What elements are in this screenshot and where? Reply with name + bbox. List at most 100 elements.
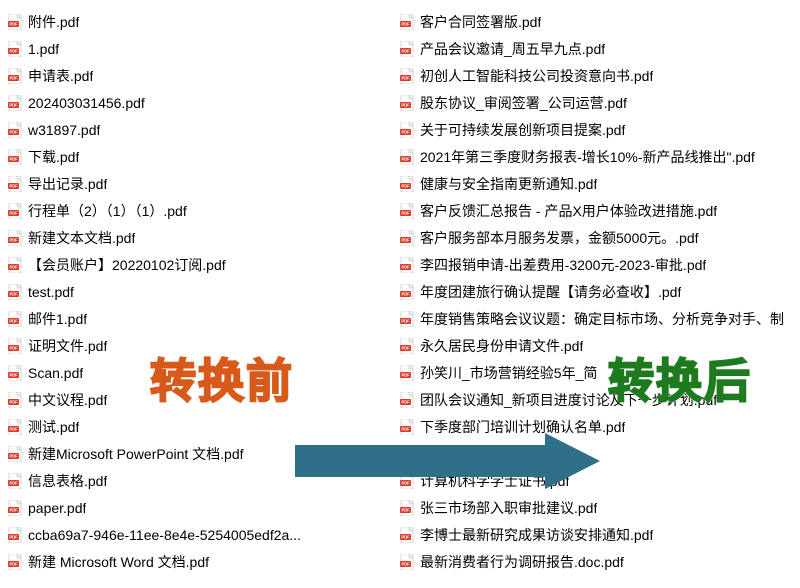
svg-text:PDF: PDF (401, 210, 410, 215)
pdf-icon: PDF (400, 392, 414, 408)
svg-text:PDF: PDF (401, 426, 410, 431)
pdf-icon: PDF (400, 500, 414, 516)
file-name: 202403031456.pdf (28, 95, 145, 111)
file-item[interactable]: PDF 导出记录.pdf (8, 170, 388, 197)
file-item[interactable]: PDF申请表.pdf (8, 62, 388, 89)
file-item[interactable]: PDF 最新消费者行为调研报告.doc.pdf (400, 548, 800, 575)
file-item[interactable]: PDF证明文件.pdf (8, 332, 388, 359)
file-item[interactable]: PDF永久居民身份申请文件.pdf (400, 332, 800, 359)
file-item[interactable]: PDF产品会议邀请_周五早九点.pdf (400, 35, 800, 62)
file-name: 导出记录.pdf (28, 174, 107, 194)
file-item[interactable]: PDF1.pdf (8, 35, 388, 62)
file-name: 团队会议通知_新项目进度讨论及下一步计划.pdf (420, 390, 717, 410)
svg-text:PDF: PDF (401, 534, 410, 539)
file-item[interactable]: PDF 下季度部门培训计划确认名单.pdf (400, 413, 800, 440)
file-item[interactable]: PDF客户合同签署版.pdf (400, 8, 800, 35)
svg-text:PDF: PDF (9, 426, 18, 431)
file-item[interactable]: PDF 邮件1.pdf (8, 305, 388, 332)
pdf-icon: PDF (400, 554, 414, 570)
file-name: 中文议程.pdf (28, 390, 107, 410)
file-item[interactable]: PDF 附件.pdf (8, 8, 388, 35)
file-item[interactable]: PDF 计算机科学学士证书.pdf (400, 467, 800, 494)
file-item[interactable]: PDF信息表格.pdf (8, 467, 388, 494)
file-name: 行程单（2）（1）（1）.pdf (28, 201, 187, 221)
file-list-before: PDF附件.pdfPDF1.pdfPDF申请表.pdfPDF2024030314… (8, 8, 388, 575)
svg-text:PDF: PDF (9, 318, 18, 323)
pdf-icon: PDF (400, 203, 414, 219)
file-item[interactable]: PDF【会员账户】20220102订阅.pdf (8, 251, 388, 278)
pdf-icon: PDF (400, 95, 414, 111)
file-name: 邮件1.pdf (28, 309, 87, 329)
file-name: 新建 Microsoft Word 文档.pdf (28, 552, 209, 572)
file-name: 年度团建旅行确认提醒【请务必查收】.pdf (420, 282, 681, 302)
file-name: 附件.pdf (28, 12, 79, 32)
pdf-icon: PDF (400, 473, 414, 489)
svg-text:PDF: PDF (401, 264, 410, 269)
svg-text:PDF: PDF (9, 507, 18, 512)
file-item[interactable]: PDFtest.pdf (8, 278, 388, 305)
file-name: 新建文本文档.pdf (28, 228, 135, 248)
pdf-icon: PDF (8, 176, 22, 192)
pdf-icon: PDF (8, 149, 22, 165)
file-item[interactable]: PDF 新建 Microsoft Word 文档.pdf (8, 548, 388, 575)
pdf-icon: PDF (400, 122, 414, 138)
file-name: 计算机科学学士证书.pdf (420, 471, 569, 491)
pdf-icon: PDF (400, 311, 414, 327)
pdf-icon: PDF (8, 500, 22, 516)
file-item[interactable]: PDF股东协议_审阅签署_公司运营.pdf (400, 89, 800, 116)
file-item[interactable]: PDF新建Microsoft PowerPoint 文档.pdf (8, 440, 388, 467)
file-item[interactable]: PDF年度销售策略会议议题：确定目标市场、分析竞争对手、制 (400, 305, 800, 332)
svg-text:PDF: PDF (401, 183, 410, 188)
file-name: 最新消费者行为调研报告.doc.pdf (420, 552, 624, 572)
file-item[interactable]: PDF初创人工智能科技公司投资意向书.pdf (400, 62, 800, 89)
file-name: 下载.pdf (28, 147, 79, 167)
svg-text:PDF: PDF (9, 210, 18, 215)
file-item[interactable]: PDF李博士最新研究成果访谈安排通知.pdf (400, 521, 800, 548)
file-item[interactable]: PDF客户服务部本月服务发票，金额5000元。.pdf (400, 224, 800, 251)
svg-text:PDF: PDF (9, 291, 18, 296)
file-item[interactable]: PDF2021年第三季度财务报表-增长10%-新产品线推出".pdf (400, 143, 800, 170)
pdf-icon: PDF (8, 527, 22, 543)
file-item[interactable]: PDF 年度团建旅行确认提醒【请务必查收】.pdf (400, 278, 800, 305)
file-item[interactable]: PDF Scan.pdf (8, 359, 388, 386)
pdf-icon: PDF (8, 365, 22, 381)
file-name: 下季度部门培训计划确认名单.pdf (420, 417, 625, 437)
file-item[interactable]: PDF张三市场部入职审批建议.pdf (400, 494, 800, 521)
file-item[interactable]: PDF客户反馈汇总报告 - 产品X用户体验改进措施.pdf (400, 197, 800, 224)
pdf-icon: PDF (8, 95, 22, 111)
file-name: Scan.pdf (28, 365, 83, 381)
file-item[interactable]: PDF 新建文本文档.pdf (8, 224, 388, 251)
svg-text:PDF: PDF (9, 534, 18, 539)
svg-text:PDF: PDF (401, 291, 410, 296)
file-name: 发布会通知.pdf (420, 444, 513, 464)
file-name: 健康与安全指南更新通知.pdf (420, 174, 597, 194)
file-item[interactable]: PDF中文议程.pdf (8, 386, 388, 413)
svg-text:PDF: PDF (9, 129, 18, 134)
file-item[interactable]: PDFw31897.pdf (8, 116, 388, 143)
file-item[interactable]: PDF 202403031456.pdf (8, 89, 388, 116)
file-item[interactable]: PDF 团队会议通知_新项目进度讨论及下一步计划.pdf (400, 386, 800, 413)
file-item[interactable]: PDF关于可持续发展创新项目提案.pdf (400, 116, 800, 143)
file-item[interactable]: PDF李四报销申请-出差费用-3200元-2023-审批.pdf (400, 251, 800, 278)
pdf-icon: PDF (400, 257, 414, 273)
pdf-icon: PDF (8, 230, 22, 246)
file-item[interactable]: PDF 行程单（2）（1）（1）.pdf (8, 197, 388, 224)
pdf-icon: PDF (400, 176, 414, 192)
svg-text:PDF: PDF (9, 21, 18, 26)
svg-text:PDF: PDF (401, 75, 410, 80)
svg-text:PDF: PDF (9, 75, 18, 80)
file-item[interactable]: PDF 健康与安全指南更新通知.pdf (400, 170, 800, 197)
pdf-icon: PDF (400, 14, 414, 30)
file-item[interactable]: PDF孙笑川_市场营销经验5年_简 (400, 359, 800, 386)
file-item[interactable]: PDF 下载.pdf (8, 143, 388, 170)
svg-text:PDF: PDF (9, 561, 18, 566)
pdf-icon: PDF (400, 230, 414, 246)
file-name: 1.pdf (28, 41, 59, 57)
pdf-icon: PDF (400, 68, 414, 84)
file-item[interactable]: PDFccba69a7-946e-11ee-8e4e-5254005edf2a.… (8, 521, 388, 548)
svg-text:PDF: PDF (401, 102, 410, 107)
file-item[interactable]: PDFpaper.pdf (8, 494, 388, 521)
file-item[interactable]: PDF发布会通知.pdf (400, 440, 800, 467)
file-item[interactable]: PDF测试.pdf (8, 413, 388, 440)
pdf-icon: PDF (400, 419, 414, 435)
